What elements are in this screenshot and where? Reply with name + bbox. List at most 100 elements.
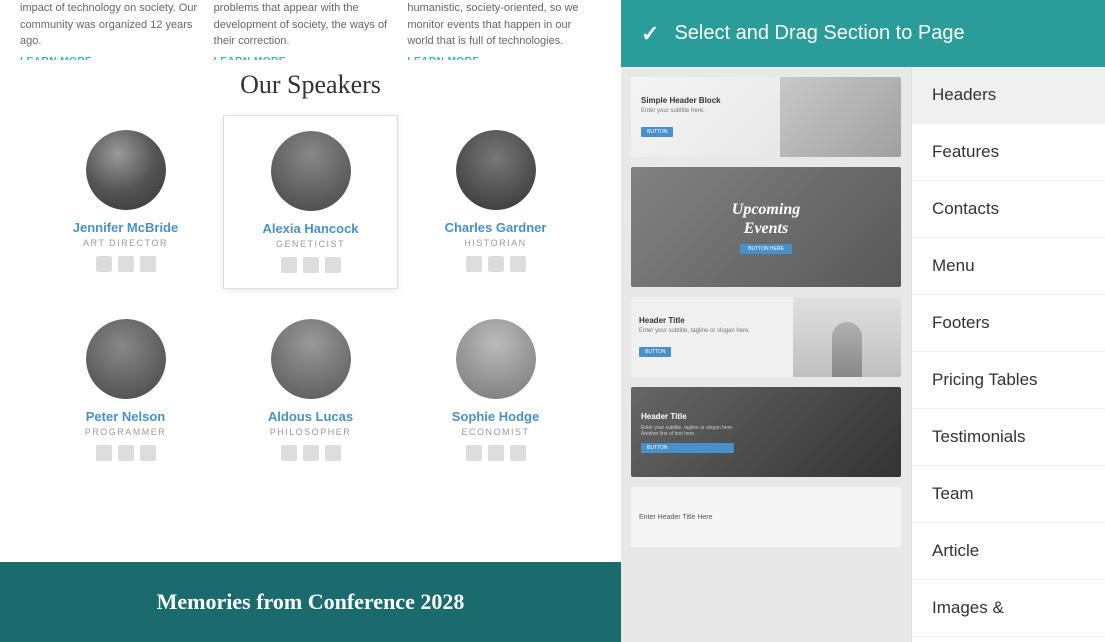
- learn-more-1[interactable]: LEARN MORE: [20, 54, 199, 61]
- avatar-img-aldous: [271, 319, 351, 399]
- learn-more-3[interactable]: LEARN MORE: [407, 54, 586, 61]
- avatar-img-peter: [86, 319, 166, 399]
- thumb3-title: Header Title: [639, 316, 785, 325]
- avatar-alexia: [271, 131, 351, 211]
- speaker-card-alexia: Alexia Hancock GENETICIST: [223, 115, 398, 289]
- thumb1-subtitle: Enter your subtitle here.: [641, 108, 770, 114]
- speaker-role-charles: HISTORIAN: [418, 238, 573, 248]
- speaker-role-aldous: PHILOSOPHER: [233, 427, 388, 437]
- social-icons-aldous: [233, 445, 388, 461]
- speaker-card-charles: Charles Gardner HISTORIAN: [408, 115, 583, 289]
- social-icons-jennifer: [48, 256, 203, 272]
- social-icon-5: [303, 257, 319, 273]
- sidebar-nav: Headers Features Contacts Menu Footers P…: [911, 67, 1105, 642]
- thumbnail-simple-header[interactable]: Simple Header Block Enter your subtitle …: [631, 77, 901, 157]
- speaker-role-peter: PROGRAMMER: [48, 427, 203, 437]
- left-panel: impact of technology on society. Our com…: [0, 0, 621, 642]
- header-title: Select and Drag Section to Page: [674, 22, 964, 45]
- thumbnail-header-person[interactable]: Header Title Enter your subtitle, taglin…: [631, 297, 901, 377]
- social-icon-17: [488, 445, 504, 461]
- right-panel: ✓ Select and Drag Section to Page Simple…: [621, 0, 1105, 642]
- learn-more-2[interactable]: LEARN MORE: [214, 54, 393, 61]
- thumb3-left: Header Title Enter your subtitle, taglin…: [631, 308, 793, 366]
- social-icon-2: [118, 256, 134, 272]
- social-icon-13: [281, 445, 297, 461]
- speaker-name-sophie: Sophie Hodge: [418, 409, 573, 424]
- speaker-card-peter: Peter Nelson PROGRAMMER: [38, 304, 213, 476]
- avatar-img-alexia: [271, 131, 351, 211]
- thumb2-btn: BUTTON HERE: [740, 244, 792, 254]
- social-icon-12: [140, 445, 156, 461]
- avatar-img-sophie: [456, 319, 536, 399]
- nav-item-features[interactable]: Features: [912, 124, 1105, 181]
- thumb2-overlay: UpcomingEvents BUTTON HERE: [631, 167, 901, 287]
- thumb2-title: UpcomingEvents: [732, 200, 800, 238]
- avatar-sophie: [456, 319, 536, 399]
- thumb1-image: [780, 77, 902, 157]
- thumbnail-dark-header[interactable]: Header Title Enter your subtitle, taglin…: [631, 387, 901, 477]
- nav-item-images[interactable]: Images &: [912, 580, 1105, 637]
- speaker-name-peter: Peter Nelson: [48, 409, 203, 424]
- social-icon-15: [325, 445, 341, 461]
- social-icon-3: [140, 256, 156, 272]
- thumb4-btn: BUTTON: [641, 443, 734, 453]
- speaker-card-jennifer: Jennifer McBride ART DIRECTOR: [38, 115, 213, 289]
- speaker-role-alexia: GENETICIST: [234, 239, 387, 249]
- social-icons-peter: [48, 445, 203, 461]
- speaker-name-alexia: Alexia Hancock: [234, 221, 387, 236]
- social-icon-16: [466, 445, 482, 461]
- social-icons-alexia: [234, 257, 387, 273]
- bottom-banner: Memories from Conference 2028: [0, 562, 621, 642]
- avatar-img-jennifer: [86, 130, 166, 210]
- speakers-title: Our Speakers: [20, 70, 601, 100]
- nav-item-pricing-tables[interactable]: Pricing Tables: [912, 352, 1105, 409]
- speaker-card-sophie: Sophie Hodge ECONOMIST: [408, 304, 583, 476]
- speaker-card-aldous: Aldous Lucas PHILOSOPHER: [223, 304, 398, 476]
- text-col-2: problems that appear with the developmen…: [214, 0, 408, 60]
- thumb1-btn: BUTTON: [641, 127, 673, 137]
- avatar-charles: [456, 130, 536, 210]
- nav-item-menu[interactable]: Menu: [912, 238, 1105, 295]
- social-icon-6: [325, 257, 341, 273]
- speaker-role-jennifer: ART DIRECTOR: [48, 238, 203, 248]
- thumb4-subtitle: Enter your subtitle, tagline or slogan h…: [641, 425, 734, 437]
- avatar-aldous: [271, 319, 351, 399]
- social-icon-11: [118, 445, 134, 461]
- nav-item-article[interactable]: Article: [912, 523, 1105, 580]
- speaker-name-aldous: Aldous Lucas: [233, 409, 388, 424]
- thumb3-btn: BUTTON: [639, 347, 671, 357]
- social-icon-4: [281, 257, 297, 273]
- nav-item-team[interactable]: Team: [912, 466, 1105, 523]
- thumb3-subtitle: Enter your subtitle, tagline or slogan h…: [639, 328, 785, 334]
- header-bar: ✓ Select and Drag Section to Page: [621, 0, 1105, 67]
- speaker-name-charles: Charles Gardner: [418, 220, 573, 235]
- social-icon-14: [303, 445, 319, 461]
- social-icons-sophie: [418, 445, 573, 461]
- speakers-row-2: Peter Nelson PROGRAMMER Aldous Lucas PHI…: [20, 304, 601, 476]
- thumbnails-column[interactable]: Simple Header Block Enter your subtitle …: [621, 67, 911, 642]
- nav-item-headers[interactable]: Headers: [912, 67, 1105, 124]
- nav-item-contacts[interactable]: Contacts: [912, 181, 1105, 238]
- nav-item-footers[interactable]: Footers: [912, 295, 1105, 352]
- thumb3-person: [832, 322, 862, 377]
- thumbnail-upcoming-events[interactable]: UpcomingEvents BUTTON HERE: [631, 167, 901, 287]
- avatar-jennifer: [86, 130, 166, 210]
- text-col-1: impact of technology on society. Our com…: [20, 0, 214, 60]
- content-area: Simple Header Block Enter your subtitle …: [621, 67, 1105, 642]
- text-col-3: humanistic, society-oriented, so we moni…: [407, 0, 601, 60]
- social-icon-1: [96, 256, 112, 272]
- social-icon-9: [510, 256, 526, 272]
- speakers-row-1: Jennifer McBride ART DIRECTOR Alexia Han…: [20, 115, 601, 289]
- social-icon-7: [466, 256, 482, 272]
- top-text-area: impact of technology on society. Our com…: [0, 0, 621, 60]
- nav-item-testimonials[interactable]: Testimonials: [912, 409, 1105, 466]
- thumb5-text: Enter Header Title Here: [639, 514, 713, 521]
- speaker-role-sophie: ECONOMIST: [418, 427, 573, 437]
- col3-text: humanistic, society-oriented, so we moni…: [407, 2, 578, 47]
- thumbnail-light-header[interactable]: Enter Header Title Here: [631, 487, 901, 547]
- social-icon-10: [96, 445, 112, 461]
- thumb4-title: Header Title: [641, 412, 734, 421]
- thumb1-title: Simple Header Block: [641, 96, 770, 105]
- social-icons-charles: [418, 256, 573, 272]
- thumb4-text: Header Title Enter your subtitle, taglin…: [641, 412, 734, 453]
